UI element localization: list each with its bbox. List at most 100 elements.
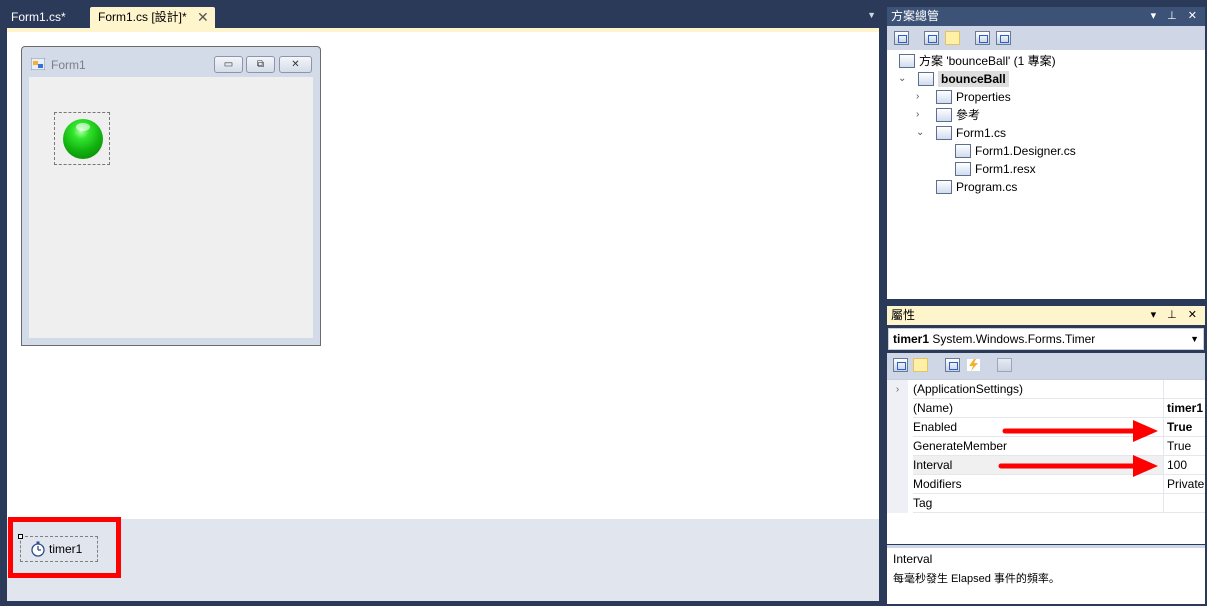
property-value[interactable] bbox=[1163, 494, 1205, 513]
references-folder-icon bbox=[936, 108, 952, 122]
close-icon[interactable]: ✕ bbox=[197, 7, 209, 27]
property-name: Interval bbox=[913, 456, 1163, 475]
tree-item-label: Program.cs bbox=[956, 180, 1018, 194]
form-titlebar[interactable]: Form1 ▭ ⧉ ✕ bbox=[22, 47, 320, 75]
properties-folder-icon bbox=[936, 90, 952, 104]
property-value[interactable]: timer1 bbox=[1163, 399, 1205, 418]
tab-form1-design[interactable]: Form1.cs [設計]* ✕ bbox=[90, 7, 215, 28]
tree-item-label: bounceBall bbox=[938, 71, 1009, 87]
form1-preview-window[interactable]: Form1 ▭ ⧉ ✕ bbox=[21, 46, 321, 346]
property-value[interactable]: Private bbox=[1163, 475, 1205, 494]
property-row-name[interactable]: (Name) timer1 bbox=[887, 399, 1205, 418]
form-client-area[interactable] bbox=[29, 77, 313, 338]
refresh-icon[interactable] bbox=[945, 31, 960, 45]
properties-icon[interactable] bbox=[924, 31, 939, 45]
events-lightning-icon[interactable] bbox=[966, 358, 981, 372]
property-row-enabled[interactable]: Enabled True bbox=[887, 418, 1205, 437]
properties-view-icon[interactable] bbox=[945, 358, 960, 372]
solution-icon bbox=[899, 54, 915, 68]
property-row-generatemember[interactable]: GenerateMember True bbox=[887, 437, 1205, 456]
property-value[interactable]: True bbox=[1163, 418, 1205, 437]
property-row-applicationsettings[interactable]: › (ApplicationSettings) bbox=[887, 380, 1205, 399]
component-tray[interactable]: timer1 bbox=[7, 519, 879, 601]
csharp-file-icon bbox=[936, 180, 952, 194]
tree-item-form1-resx[interactable]: Form1.resx bbox=[955, 160, 1036, 178]
show-all-files-icon[interactable] bbox=[894, 31, 909, 45]
tree-item-references[interactable]: › 參考 bbox=[916, 106, 981, 124]
form-app-icon bbox=[31, 58, 45, 70]
csharp-file-icon bbox=[955, 144, 971, 158]
expand-arrow-icon[interactable]: › bbox=[887, 380, 908, 399]
tree-item-label: Form1.Designer.cs bbox=[975, 144, 1076, 158]
property-name: Enabled bbox=[913, 418, 1163, 437]
row-gutter bbox=[887, 456, 908, 475]
highlight-annotation-box bbox=[8, 517, 121, 578]
solution-explorer-title: 方案總管 ▾ ⊥ ✕ bbox=[887, 7, 1205, 26]
tree-item-solution[interactable]: 方案 'bounceBall' (1 專案) bbox=[899, 52, 1056, 70]
tab-list-dropdown-icon[interactable]: ▼ bbox=[867, 10, 876, 20]
property-name: Modifiers bbox=[913, 475, 1163, 494]
expand-arrow-icon[interactable]: ⌄ bbox=[916, 124, 924, 142]
designer-accent-line bbox=[7, 28, 879, 32]
view-code-icon[interactable] bbox=[975, 31, 990, 45]
tab-form1-code[interactable]: Form1.cs* bbox=[3, 7, 74, 28]
close-button[interactable]: ✕ bbox=[279, 56, 312, 73]
maximize-button[interactable]: ⧉ bbox=[246, 56, 275, 73]
tree-item-label: Properties bbox=[956, 90, 1011, 104]
ball-highlight bbox=[76, 123, 90, 131]
tree-item-form1-designer[interactable]: Form1.Designer.cs bbox=[955, 142, 1076, 160]
description-title: Interval bbox=[893, 552, 933, 566]
object-type: System.Windows.Forms.Timer bbox=[932, 332, 1096, 346]
dropdown-arrow-icon[interactable]: ▼ bbox=[1190, 329, 1199, 349]
description-text: 每毫秒發生 Elapsed 事件的頻率。 bbox=[893, 573, 1060, 585]
form-designer-surface[interactable]: Form1 ▭ ⧉ ✕ bbox=[7, 28, 879, 519]
property-value[interactable]: 100 bbox=[1163, 456, 1205, 475]
tree-item-label: 方案 'bounceBall' (1 專案) bbox=[919, 54, 1056, 68]
property-description-pane: Interval 每毫秒發生 Elapsed 事件的頻率。 bbox=[887, 545, 1205, 604]
row-gutter bbox=[887, 494, 908, 513]
row-gutter bbox=[887, 475, 908, 494]
properties-toolbar bbox=[887, 353, 1205, 379]
resource-file-icon bbox=[955, 162, 971, 176]
object-selector-dropdown[interactable]: timer1 System.Windows.Forms.Timer ▼ bbox=[888, 328, 1204, 350]
tree-item-label: 參考 bbox=[956, 108, 981, 122]
property-value[interactable] bbox=[1163, 380, 1205, 399]
panel-title-text: 屬性 bbox=[891, 308, 916, 322]
expand-arrow-icon[interactable]: ⌄ bbox=[898, 70, 906, 88]
document-tabstrip: Form1.cs* Form1.cs [設計]* ✕ ▼ bbox=[0, 0, 884, 28]
form-file-icon bbox=[936, 126, 952, 140]
property-name: GenerateMember bbox=[913, 437, 1163, 456]
minimize-button[interactable]: ▭ bbox=[214, 56, 243, 73]
green-ball-image bbox=[63, 119, 103, 159]
property-row-modifiers[interactable]: Modifiers Private bbox=[887, 475, 1205, 494]
tree-item-project[interactable]: ⌄ bounceBall bbox=[898, 70, 1009, 88]
expand-arrow-icon[interactable]: › bbox=[916, 106, 919, 124]
tree-item-label: Form1.cs bbox=[956, 126, 1007, 140]
row-gutter bbox=[887, 437, 908, 456]
tree-item-form1[interactable]: ⌄ Form1.cs bbox=[916, 124, 1007, 142]
row-gutter bbox=[887, 418, 908, 437]
tab-label: Form1.cs [設計]* bbox=[98, 10, 187, 24]
solution-tree: 方案 'bounceBall' (1 專案) ⌄ bounceBall › Pr… bbox=[887, 50, 1205, 299]
alphabetical-icon[interactable] bbox=[913, 358, 928, 372]
property-row-interval[interactable]: Interval 100 bbox=[887, 456, 1205, 475]
object-name: timer1 bbox=[893, 332, 930, 346]
csharp-project-icon bbox=[918, 72, 934, 86]
tree-item-program[interactable]: Program.cs bbox=[936, 178, 1017, 196]
panel-pin-controls[interactable]: ▾ ⊥ ✕ bbox=[1151, 306, 1201, 325]
panel-title-text: 方案總管 bbox=[891, 9, 940, 23]
expand-arrow-icon[interactable]: › bbox=[916, 88, 919, 106]
property-pages-icon[interactable] bbox=[997, 358, 1012, 372]
property-name: (Name) bbox=[913, 399, 1163, 418]
property-name: (ApplicationSettings) bbox=[913, 380, 1163, 399]
view-designer-icon[interactable] bbox=[996, 31, 1011, 45]
tree-item-properties[interactable]: › Properties bbox=[916, 88, 1011, 106]
property-value[interactable]: True bbox=[1163, 437, 1205, 456]
categorized-icon[interactable] bbox=[893, 358, 908, 372]
tree-item-label: Form1.resx bbox=[975, 162, 1036, 176]
panel-pin-controls[interactable]: ▾ ⊥ ✕ bbox=[1151, 7, 1201, 26]
property-name: Tag bbox=[913, 494, 1163, 513]
property-row-tag[interactable]: Tag bbox=[887, 494, 1205, 513]
ball-picturebox[interactable] bbox=[54, 112, 110, 165]
tab-label: Form1.cs* bbox=[11, 10, 66, 24]
